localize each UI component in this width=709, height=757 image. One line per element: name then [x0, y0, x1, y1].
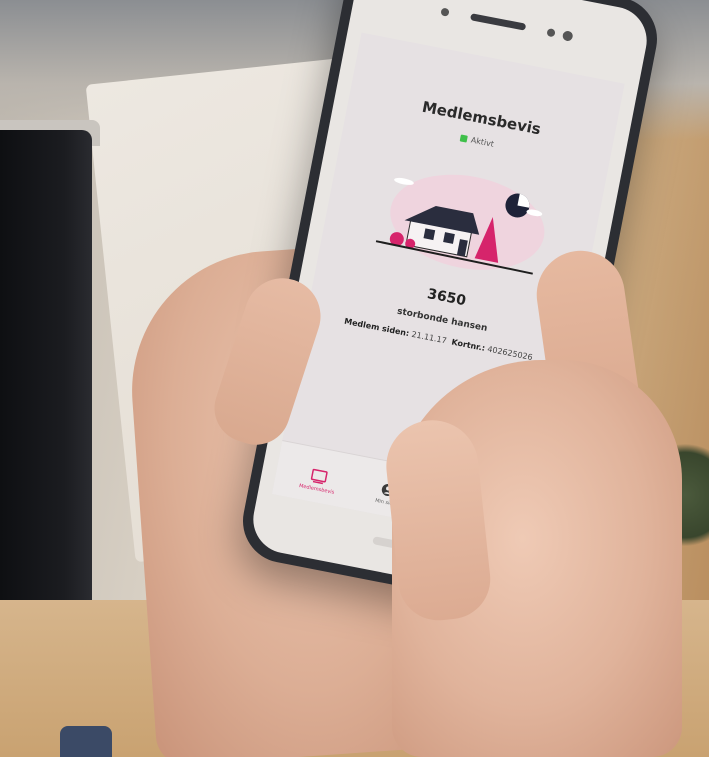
earpiece-speaker [469, 13, 527, 31]
status-label: Aktivt [470, 135, 495, 149]
card-no-label: Kortnr.: [450, 337, 486, 353]
front-camera-icon [440, 7, 450, 17]
status-dot-icon [459, 134, 468, 143]
wrist-watch [60, 726, 112, 757]
member-since-label: Medlem siden: [343, 316, 410, 339]
card-no-value: 402625026 [486, 344, 534, 363]
house-icon [375, 174, 545, 275]
member-since-value: 21.11.17 [410, 329, 448, 346]
selfie-camera-icon [561, 30, 574, 42]
sensor-icon [546, 28, 556, 38]
tab-medlemsbevis[interactable]: Medlemsbevis [282, 463, 355, 499]
photo-scene: Medlemsbevis Aktivt 3650 storbonde hanse… [0, 0, 709, 757]
tab-label: Medlemsbevis [298, 483, 335, 496]
card-icon [310, 468, 328, 485]
